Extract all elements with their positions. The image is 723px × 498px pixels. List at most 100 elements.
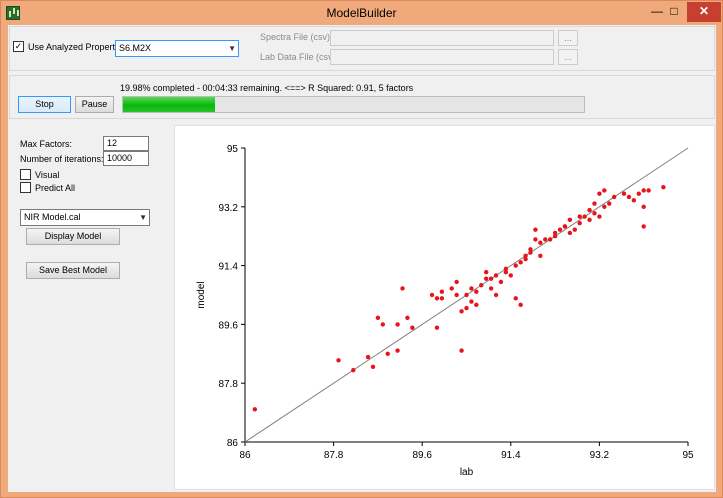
data-point (636, 191, 641, 196)
data-point (592, 201, 597, 206)
close-button[interactable]: ✕ (687, 2, 721, 22)
save-best-model-button[interactable]: Save Best Model (26, 262, 120, 279)
model-builder-window: ModelBuilder — □ ✕ ✓ Use Analyzed Proper… (0, 0, 723, 498)
data-point (488, 286, 494, 291)
property-dropdown-value: S6.M2X (119, 43, 152, 53)
iterations-label: Number of iterations: (20, 154, 104, 164)
data-point (400, 286, 405, 291)
options-panel: Max Factors: 12 Number of iterations: 10… (9, 123, 172, 491)
progress-bar-fill (123, 97, 216, 112)
y-axis-label: model (196, 281, 207, 308)
x-tick-label: 91.4 (501, 450, 521, 461)
data-point (641, 224, 646, 229)
data-point (607, 201, 612, 206)
max-factors-input[interactable]: 12 (103, 136, 149, 151)
data-point (429, 292, 435, 298)
data-point (434, 325, 440, 330)
data-point (498, 279, 504, 285)
data-point (380, 322, 386, 327)
data-point (567, 217, 573, 223)
lab-file-input[interactable] (330, 49, 554, 65)
data-point (449, 286, 454, 291)
y-tick-label: 87.8 (219, 379, 239, 390)
property-dropdown[interactable]: S6.M2X ▼ (115, 40, 239, 57)
data-point (538, 253, 543, 258)
display-model-button[interactable]: Display Model (26, 228, 120, 245)
data-point (533, 227, 538, 232)
x-tick-label: 87.8 (324, 450, 344, 461)
x-tick-label: 86 (239, 450, 251, 461)
data-point (479, 283, 484, 288)
data-point (587, 207, 592, 213)
y-tick-label: 95 (227, 144, 239, 155)
spectra-browse-button[interactable]: ... (558, 30, 578, 46)
data-point (395, 322, 400, 327)
property-panel: ✓ Use Analyzed Property S6.M2X ▼ Spectra… (9, 26, 715, 71)
iterations-input[interactable]: 10000 (103, 151, 149, 166)
pause-button[interactable]: Pause (75, 96, 114, 113)
data-point (543, 237, 548, 242)
data-point (602, 188, 607, 193)
data-point (434, 296, 440, 301)
model-file-dropdown[interactable]: NIR Model.cal ▼ (20, 209, 150, 226)
data-point (513, 296, 518, 301)
data-point (577, 220, 582, 226)
data-point (552, 234, 558, 239)
data-point (454, 292, 459, 298)
spectra-file-label: Spectra File (csv): (260, 32, 333, 42)
use-analyzed-label: Use Analyzed Property (28, 42, 120, 52)
stop-button[interactable]: Stop (18, 96, 71, 113)
y-tick-label: 89.6 (219, 320, 239, 331)
data-point (488, 276, 494, 281)
data-point (459, 348, 464, 353)
max-factors-label: Max Factors: (20, 139, 73, 149)
y-tick-label: 93.2 (219, 203, 239, 214)
data-point (474, 289, 479, 294)
y-tick-label: 86 (227, 438, 239, 449)
data-point (469, 286, 474, 291)
spectra-file-input[interactable] (330, 30, 554, 46)
y-tick-label: 91.4 (219, 262, 239, 273)
data-point (646, 188, 651, 193)
data-point (385, 351, 390, 356)
data-point (375, 315, 381, 321)
chevron-down-icon: ▼ (139, 213, 147, 222)
data-point (577, 214, 582, 219)
data-point (518, 302, 523, 307)
progress-panel: 19.98% completed - 00:04:33 remaining. <… (9, 75, 715, 119)
data-point (508, 273, 513, 278)
data-point (459, 309, 464, 314)
progress-bar (122, 96, 585, 113)
data-point (395, 348, 400, 353)
maximize-button[interactable]: □ (661, 2, 687, 22)
predict-all-checkbox[interactable] (20, 182, 31, 193)
lab-browse-button[interactable]: ... (558, 49, 578, 65)
data-point (641, 204, 646, 209)
visual-checkbox[interactable] (20, 169, 31, 180)
data-point (523, 256, 528, 262)
data-point (621, 191, 627, 196)
window-title: ModelBuilder (326, 6, 397, 20)
data-point (351, 367, 356, 373)
data-point (503, 266, 509, 272)
data-point (611, 194, 617, 200)
data-point (483, 276, 489, 281)
data-point (631, 198, 637, 203)
data-point (557, 227, 563, 232)
data-point (587, 217, 592, 223)
data-point (252, 407, 258, 412)
data-point (597, 191, 602, 196)
visual-label: Visual (35, 170, 60, 180)
data-point (483, 269, 489, 275)
title-bar[interactable]: ModelBuilder — □ ✕ (1, 1, 722, 25)
data-point (641, 188, 646, 193)
scatter-chart: 86 87.8 89.6 91.4 93.2 95 86 87.8 89.6 91.4 93.2 95… (196, 144, 694, 478)
use-analyzed-checkbox[interactable]: ✓ (13, 41, 24, 52)
predict-all-label: Predict All (35, 183, 76, 193)
data-point (567, 230, 573, 236)
data-point (661, 185, 666, 190)
data-point (592, 211, 597, 216)
data-point (572, 227, 577, 232)
x-axis-label: lab (460, 467, 474, 478)
data-point (562, 224, 568, 229)
